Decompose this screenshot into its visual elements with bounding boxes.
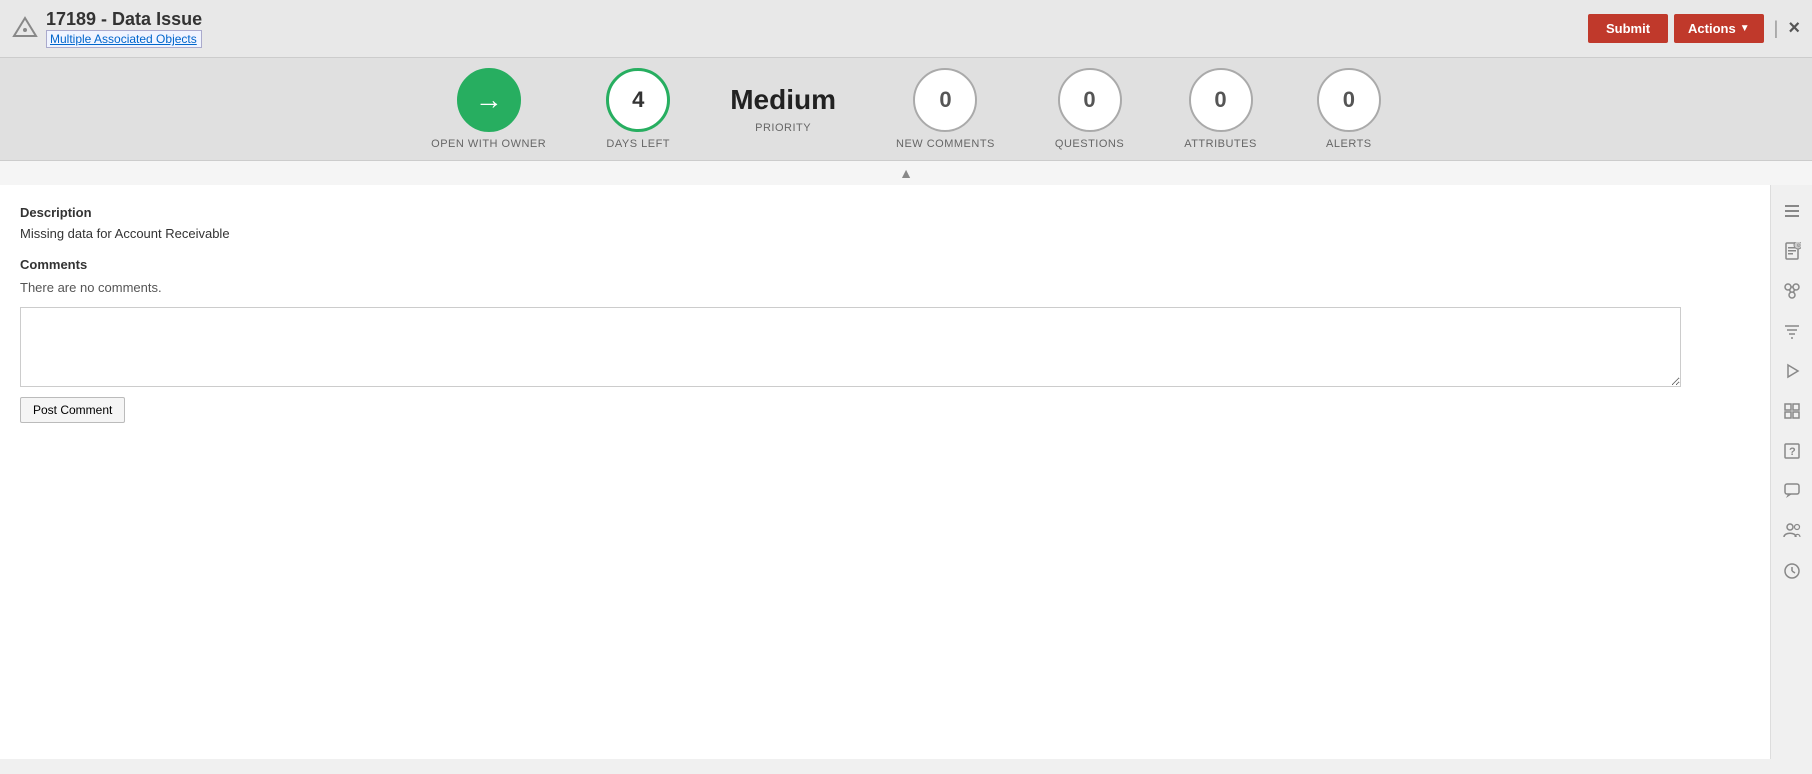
- content-area: Description Missing data for Account Rec…: [0, 185, 1770, 759]
- priority-label: PRIORITY: [755, 122, 811, 134]
- no-comments-text: There are no comments.: [20, 280, 1750, 295]
- status-new-comments: 0 NEW COMMENTS: [896, 68, 995, 150]
- status-days-left: 4 DAYS LEFT: [606, 68, 670, 150]
- questions-value: 0: [1083, 87, 1095, 113]
- sidebar-play-icon[interactable]: [1774, 353, 1810, 389]
- header-right: Submit Actions ▼ | ×: [1588, 14, 1800, 43]
- open-with-owner-label: OPEN WITH OWNER: [431, 138, 546, 150]
- header-divider: |: [1774, 18, 1779, 39]
- new-comments-label: NEW COMMENTS: [896, 138, 995, 150]
- new-comments-circle: 0: [913, 68, 977, 132]
- description-section: Description Missing data for Account Rec…: [20, 205, 1750, 241]
- submit-button[interactable]: Submit: [1588, 14, 1668, 43]
- questions-circle: 0: [1058, 68, 1122, 132]
- actions-caret-icon: ▼: [1740, 23, 1750, 34]
- status-alerts: 0 ALERTS: [1317, 68, 1381, 150]
- sidebar-question-icon[interactable]: ?: [1774, 433, 1810, 469]
- sidebar-people-icon[interactable]: [1774, 513, 1810, 549]
- alerts-label: ALERTS: [1326, 138, 1372, 150]
- post-comment-button[interactable]: Post Comment: [20, 397, 125, 423]
- description-text: Missing data for Account Receivable: [20, 226, 1750, 241]
- attributes-label: ATTRIBUTES: [1184, 138, 1257, 150]
- comments-label: Comments: [20, 257, 1750, 272]
- collapse-bar[interactable]: ▲: [0, 161, 1812, 185]
- page-title: 17189 - Data Issue: [46, 9, 202, 30]
- sidebar-comment-icon[interactable]: [1774, 473, 1810, 509]
- header-left: 17189 - Data Issue Multiple Associated O…: [12, 9, 202, 48]
- status-open-with-owner: → OPEN WITH OWNER: [431, 68, 546, 150]
- sidebar-list-icon[interactable]: [1774, 193, 1810, 229]
- new-comments-value: 0: [939, 87, 951, 113]
- days-left-value: 4: [632, 87, 644, 113]
- associated-objects-link[interactable]: Multiple Associated Objects: [46, 30, 202, 48]
- sidebar-filter-icon[interactable]: [1774, 313, 1810, 349]
- sidebar-grid-icon[interactable]: [1774, 393, 1810, 429]
- close-button[interactable]: ×: [1788, 17, 1800, 40]
- open-with-owner-circle: →: [457, 68, 521, 132]
- status-questions: 0 QUESTIONS: [1055, 68, 1124, 150]
- svg-text:⚙: ⚙: [1796, 243, 1801, 249]
- comments-section: Comments There are no comments. Post Com…: [20, 257, 1750, 423]
- priority-value: Medium: [730, 84, 836, 116]
- app-logo-icon: [12, 16, 38, 42]
- actions-button[interactable]: Actions ▼: [1674, 14, 1764, 43]
- questions-label: QUESTIONS: [1055, 138, 1124, 150]
- attributes-circle: 0: [1189, 68, 1253, 132]
- sidebar-document-icon[interactable]: ⚙: [1774, 233, 1810, 269]
- alerts-value: 0: [1343, 87, 1355, 113]
- title-block: 17189 - Data Issue Multiple Associated O…: [46, 9, 202, 48]
- status-priority: Medium PRIORITY: [730, 84, 836, 134]
- comment-textarea[interactable]: [20, 307, 1681, 387]
- status-attributes: 0 ATTRIBUTES: [1184, 68, 1257, 150]
- attributes-value: 0: [1214, 87, 1226, 113]
- description-label: Description: [20, 205, 1750, 220]
- collapse-arrow-icon: ▲: [899, 165, 913, 181]
- status-bar: → OPEN WITH OWNER 4 DAYS LEFT Medium PRI…: [0, 58, 1812, 161]
- days-left-label: DAYS LEFT: [606, 138, 670, 150]
- main-layout: Description Missing data for Account Rec…: [0, 185, 1812, 759]
- alerts-circle: 0: [1317, 68, 1381, 132]
- actions-label: Actions: [1688, 21, 1736, 36]
- right-sidebar: ⚙: [1770, 185, 1812, 759]
- sidebar-workflow-icon[interactable]: [1774, 273, 1810, 309]
- days-left-circle: 4: [606, 68, 670, 132]
- svg-text:?: ?: [1789, 446, 1796, 458]
- sidebar-clock-icon[interactable]: [1774, 553, 1810, 589]
- header: 17189 - Data Issue Multiple Associated O…: [0, 0, 1812, 58]
